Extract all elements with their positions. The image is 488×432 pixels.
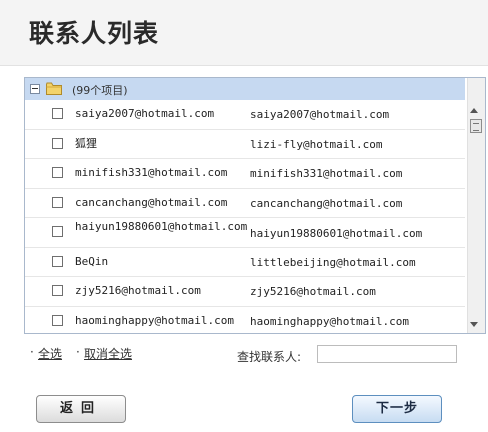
- folder-icon: [46, 82, 62, 95]
- find-contact-input[interactable]: [317, 345, 457, 363]
- bullet-dot: ·: [30, 345, 34, 359]
- contact-checkbox[interactable]: [52, 314, 63, 326]
- contact-checkbox[interactable]: [52, 226, 63, 237]
- contact-rows: saiya2007@hotmail.com saiya2007@hotmail.…: [25, 100, 465, 334]
- contact-email: zjy5216@hotmail.com: [250, 285, 376, 298]
- page-header: 联系人列表: [0, 0, 488, 66]
- page-title: 联系人列表: [29, 19, 160, 48]
- next-button[interactable]: 下一步: [352, 395, 442, 423]
- contact-list[interactable]: (99个项目) saiya2007@hotmail.com saiya2007@…: [24, 77, 486, 334]
- table-row[interactable]: haiyun19880601@hotmail.com haiyun1988060…: [25, 218, 465, 248]
- contact-name: haiyun19880601@hotmail.com: [75, 220, 248, 233]
- group-row[interactable]: (99个项目): [25, 78, 465, 100]
- deselect-all-link[interactable]: 取消全选: [84, 345, 132, 362]
- list-scrollbar[interactable]: [467, 78, 485, 333]
- contact-name: minifish331@hotmail.com: [75, 166, 228, 179]
- scroll-down-icon[interactable]: [470, 322, 478, 327]
- contact-checkbox[interactable]: [52, 196, 63, 208]
- contact-name: 狐狸: [75, 136, 97, 150]
- table-row[interactable]: zjy5216@hotmail.com zjy5216@hotmail.com: [25, 277, 465, 307]
- contact-checkbox[interactable]: [52, 285, 63, 296]
- contact-checkbox[interactable]: [52, 167, 63, 178]
- table-row[interactable]: saiya2007@hotmail.com saiya2007@hotmail.…: [25, 100, 465, 130]
- contact-email: haiyun19880601@hotmail.com: [250, 227, 423, 240]
- bullet-dot: ·: [76, 345, 80, 359]
- select-all-link[interactable]: 全选: [38, 345, 62, 362]
- contact-name: zjy5216@hotmail.com: [75, 284, 201, 297]
- contact-name: cancanchang@hotmail.com: [75, 195, 228, 209]
- table-row[interactable]: cancanchang@hotmail.com cancanchang@hotm…: [25, 189, 465, 218]
- contact-email: minifish331@hotmail.com: [250, 167, 403, 180]
- table-row[interactable]: 狐狸 lizi-fly@hotmail.com: [25, 130, 465, 159]
- contact-checkbox[interactable]: [52, 108, 63, 119]
- table-row[interactable]: haominghappy@hotmail.com haominghappy@ho…: [25, 307, 465, 334]
- minus-icon[interactable]: [30, 84, 40, 94]
- scroll-up-icon[interactable]: [470, 108, 478, 113]
- contact-email: saiya2007@hotmail.com: [250, 108, 390, 121]
- contact-email: lizi-fly@hotmail.com: [250, 137, 383, 151]
- contact-checkbox[interactable]: [52, 255, 63, 267]
- contact-email: haominghappy@hotmail.com: [250, 314, 409, 328]
- table-row[interactable]: BeQin littlebeijing@hotmail.com: [25, 248, 465, 277]
- group-label: (99个项目): [72, 84, 128, 97]
- contact-email: cancanchang@hotmail.com: [250, 196, 403, 210]
- contact-email: littlebeijing@hotmail.com: [250, 255, 416, 269]
- contact-name: saiya2007@hotmail.com: [75, 107, 215, 120]
- contact-name: haominghappy@hotmail.com: [75, 313, 234, 327]
- table-row[interactable]: minifish331@hotmail.com minifish331@hotm…: [25, 159, 465, 189]
- find-contact-label: 查找联系人:: [237, 350, 302, 364]
- back-button[interactable]: 返回: [36, 395, 126, 423]
- scroll-thumb[interactable]: [470, 119, 482, 133]
- contact-name: BeQin: [75, 254, 109, 268]
- contact-checkbox[interactable]: [52, 137, 63, 149]
